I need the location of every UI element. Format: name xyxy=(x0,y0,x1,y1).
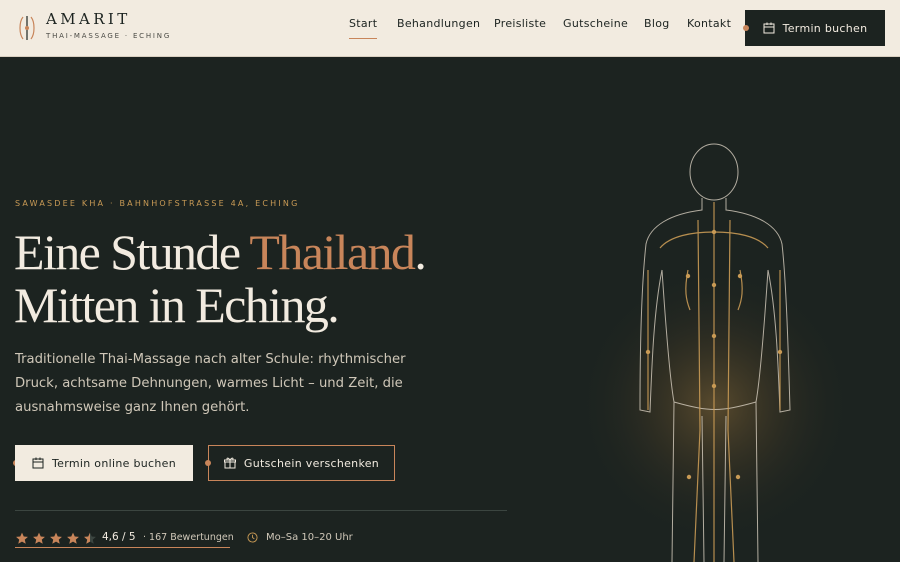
calendar-icon xyxy=(763,22,775,34)
review-count[interactable]: · 167 Bewertungen xyxy=(143,532,234,543)
calendar-icon xyxy=(32,457,44,469)
rating-score[interactable]: 4,6 / 5 xyxy=(102,531,136,543)
headline-accent: Thailand xyxy=(249,224,416,280)
book-online-button[interactable]: Termin online buchen xyxy=(15,445,193,481)
rating-stars xyxy=(15,532,97,545)
star-icon xyxy=(50,532,62,544)
site-header: AMARIT THAI-MASSAGE · ECHING Start Behan… xyxy=(0,0,900,57)
nav-kontakt[interactable]: Kontakt xyxy=(687,17,731,33)
hero-lead: Traditionelle Thai-Massage nach alter Sc… xyxy=(15,352,406,415)
accent-dot xyxy=(743,25,749,31)
book-online-label: Termin online buchen xyxy=(52,456,176,470)
header-book-label: Termin buchen xyxy=(782,21,868,35)
headline-period: . xyxy=(414,224,426,280)
nav-behandlungen[interactable]: Behandlungen xyxy=(397,17,480,33)
rating-link-underline xyxy=(15,547,230,548)
star-icon xyxy=(16,532,28,544)
star-icon xyxy=(67,532,79,544)
gift-voucher-button[interactable]: Gutschein verschenken xyxy=(208,445,395,481)
body-meridian-illustration xyxy=(575,143,855,562)
nav-blog[interactable]: Blog xyxy=(644,17,670,33)
hero-headline-line1: Eine Stunde Thailand. xyxy=(14,224,427,280)
hero-headline-line2: Mitten in Eching. xyxy=(14,277,340,333)
divider xyxy=(15,510,507,511)
headline-text: Eine Stunde xyxy=(14,224,250,280)
star-icon xyxy=(33,532,45,544)
gift-voucher-label: Gutschein verschenken xyxy=(243,456,380,470)
brand-subtitle: THAI-MASSAGE · ECHING xyxy=(46,32,172,40)
clock-icon xyxy=(247,532,258,543)
header-book-button[interactable]: Termin buchen xyxy=(745,10,885,46)
hero-kicker: SAWASDEE KHA · BAHNHOFSTRASSE 4A, ECHING xyxy=(15,199,300,208)
opening-hours-text: Mo–Sa 10–20 Uhr xyxy=(266,532,353,543)
nav-preisliste[interactable]: Preisliste xyxy=(494,17,546,33)
nav-start[interactable]: Start xyxy=(349,17,378,39)
logo-mark-icon[interactable] xyxy=(16,14,38,42)
half-star-icon xyxy=(84,532,96,544)
brand-name[interactable]: AMARIT xyxy=(46,10,131,28)
nav-gutscheine[interactable]: Gutscheine xyxy=(563,17,628,33)
gift-icon xyxy=(223,457,236,469)
opening-hours: Mo–Sa 10–20 Uhr xyxy=(247,532,353,543)
